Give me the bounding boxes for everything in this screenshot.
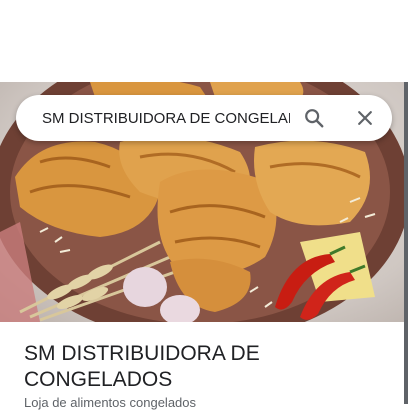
- search-input[interactable]: [40, 108, 292, 128]
- search-button[interactable]: [302, 106, 326, 130]
- scrollbar[interactable]: [404, 82, 408, 404]
- close-button[interactable]: [353, 106, 377, 130]
- close-icon: [358, 111, 372, 125]
- place-category[interactable]: Loja de alimentos congelados: [24, 395, 196, 410]
- place-title: SM DISTRIBUIDORA DE CONGELADOS: [24, 342, 260, 391]
- search-bar: [16, 95, 392, 141]
- search-icon: [305, 109, 324, 128]
